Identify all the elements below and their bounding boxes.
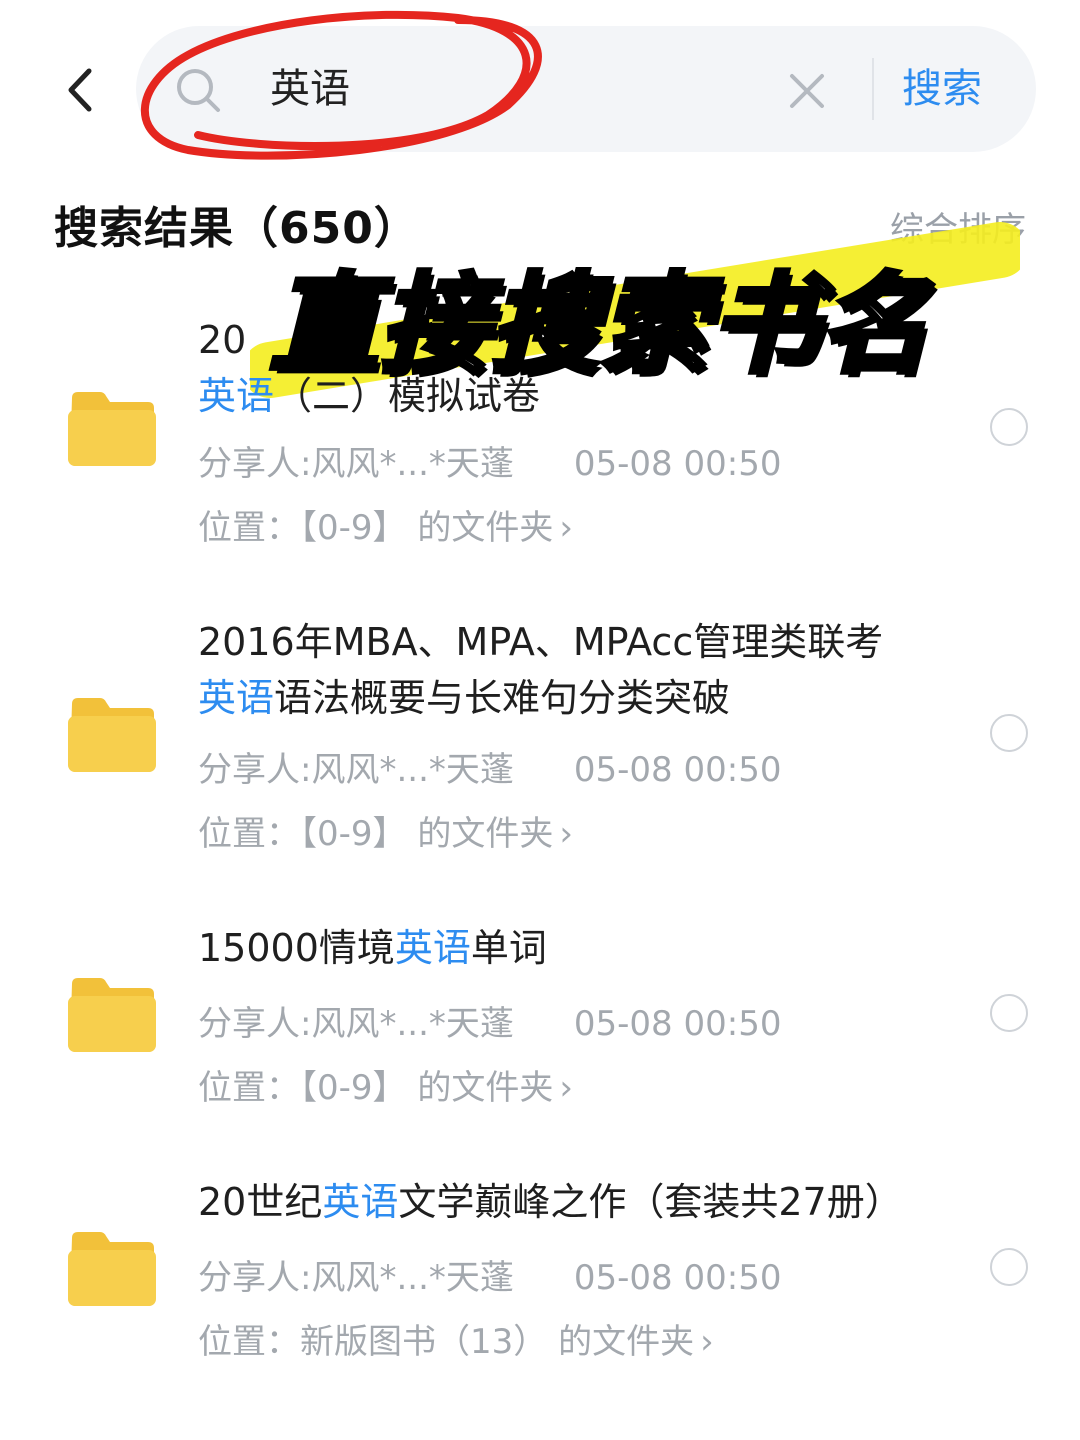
result-meta: 分享人:风风*...*天蓬 05-08 00:50 xyxy=(198,742,781,791)
location-link[interactable]: 位置：【0-9】 的文件夹 › xyxy=(198,500,573,549)
result-meta: 分享人:风风*...*天蓬 05-08 00:50 xyxy=(198,1250,781,1299)
result-title[interactable]: 15000情境英语单词 xyxy=(198,920,978,976)
top-bar: 搜索 xyxy=(0,0,1080,180)
result-meta: 分享人:风风*...*天蓬 05-08 00:50 xyxy=(198,436,781,485)
share-date: 05-08 00:50 xyxy=(573,444,782,484)
search-icon xyxy=(177,69,220,112)
sharer: 分享人:风风*...*天蓬 xyxy=(198,750,514,790)
share-date: 05-08 00:50 xyxy=(573,1004,782,1044)
location-link[interactable]: 位置：【0-9】 的文件夹 › xyxy=(198,1060,573,1109)
search-box[interactable]: 搜索 xyxy=(136,26,1036,152)
search-button[interactable]: 搜索 xyxy=(902,60,982,118)
chevron-right-icon: › xyxy=(559,1068,573,1108)
result-title[interactable]: 20世纪英语文学巅峰之作（套装共27册） xyxy=(198,1174,978,1230)
sharer: 分享人:风风*...*天蓬 xyxy=(198,1004,514,1044)
result-title[interactable]: 2016年MBA、MPA、MPAcc管理类联考 英语语法概要与长难句分类突破 xyxy=(198,614,978,726)
share-date: 05-08 00:50 xyxy=(573,1258,782,1298)
folder-icon xyxy=(68,1232,156,1306)
folder-icon xyxy=(68,392,156,466)
folder-icon xyxy=(68,698,156,772)
chevron-right-icon: › xyxy=(700,1322,714,1362)
sharer: 分享人:风风*...*天蓬 xyxy=(198,1258,514,1298)
result-meta: 分享人:风风*...*天蓬 05-08 00:50 xyxy=(198,996,781,1045)
search-divider xyxy=(872,58,874,120)
radio-unchecked-icon[interactable] xyxy=(990,994,1028,1032)
folder-icon xyxy=(68,978,156,1052)
chevron-left-icon xyxy=(68,68,92,112)
chevron-right-icon: › xyxy=(559,508,573,548)
radio-unchecked-icon[interactable] xyxy=(990,1248,1028,1286)
back-button[interactable] xyxy=(56,62,104,118)
search-input[interactable] xyxy=(270,56,770,122)
share-date: 05-08 00:50 xyxy=(573,750,782,790)
radio-unchecked-icon[interactable] xyxy=(990,408,1028,446)
result-title[interactable]: 20 英语（二）模拟试卷 xyxy=(198,312,978,424)
sharer: 分享人:风风*...*天蓬 xyxy=(198,444,514,484)
radio-unchecked-icon[interactable] xyxy=(990,714,1028,752)
location-link[interactable]: 位置：新版图书（13） 的文件夹 › xyxy=(198,1314,714,1363)
close-icon[interactable] xyxy=(786,70,828,112)
location-link[interactable]: 位置：【0-9】 的文件夹 › xyxy=(198,806,573,855)
chevron-right-icon: › xyxy=(559,814,573,854)
